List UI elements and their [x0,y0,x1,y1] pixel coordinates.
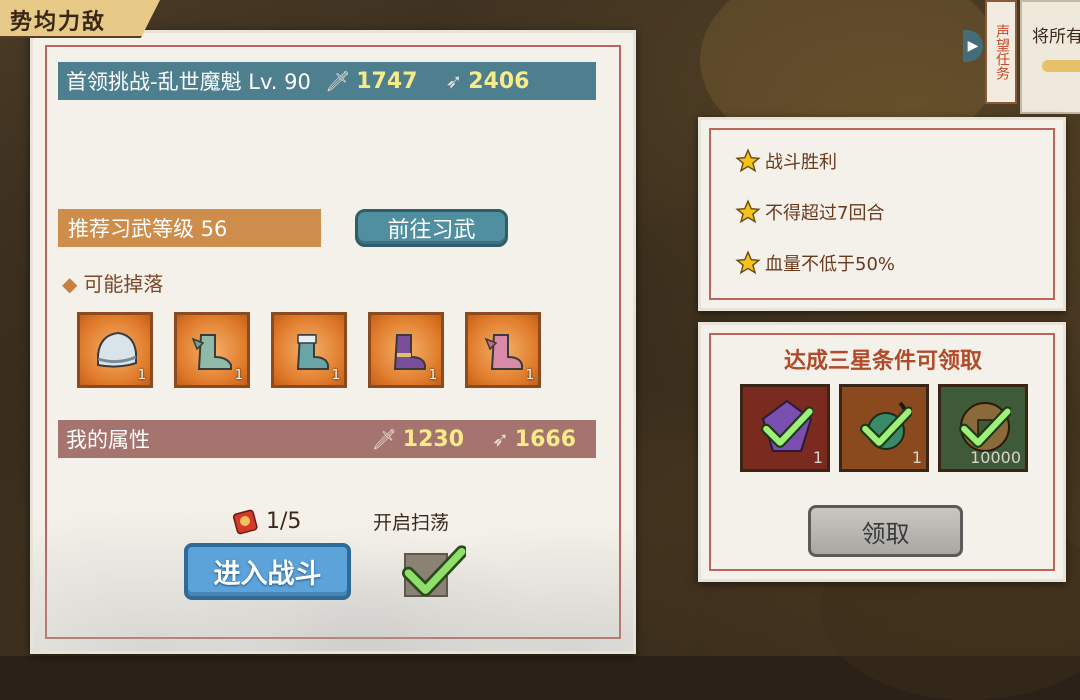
my-defense: 1666 [514,426,576,452]
checkmark-icon [761,406,813,448]
drop-item-count: 1 [137,368,146,383]
checkmark-icon [402,545,466,597]
reward-item-slot[interactable]: 10000 [938,384,1028,472]
drop-item-count: 1 [331,368,340,383]
boots-icon [296,334,329,370]
diamond-icon: ◆ [62,272,78,296]
my-attack: 1230 [402,426,464,452]
condition-text: 血量不低于50% [765,254,896,275]
reward-title: 达成三星条件可领取 [783,349,982,374]
sword-icon: 🗡 [371,427,397,451]
boots-icon [393,334,426,370]
ticket-counter: 1/5 [230,506,301,536]
ticket-count: 1/5 [266,508,302,534]
screen-title: 势均力敌 [10,10,107,35]
shield-boot-icon: ➶ [492,427,509,451]
condition-item: 战斗胜利 [735,148,837,174]
reward-item-slot[interactable]: 1 [740,384,830,472]
drop-item-count: 1 [428,368,437,383]
my-stats-bar: 我的属性 🗡 1230 ➶ 1666 [58,420,596,458]
checkmark-icon [860,406,912,448]
boots-icon [191,334,232,370]
reward-item-count: 1 [911,448,922,467]
boss-name: 首领挑战-乱世魔魁 Lv. 90 [66,70,311,94]
boss-attack: 1747 [356,68,418,94]
recommend-level-label: 推荐习武等级 56 [68,217,228,241]
possible-drops-heading: ◆ 可能掉落 [62,268,163,297]
reputation-task-tab[interactable]: 声望任务 [985,0,1017,104]
task-card-text: 将所有 [1032,27,1080,47]
drop-item-slot[interactable]: 1 [271,312,347,388]
shield-boot-icon: ➶ [445,69,463,93]
task-progress-bar [1042,60,1080,72]
drop-item-count: 1 [234,368,243,383]
reward-item-count: 1 [812,448,823,467]
drop-item-count: 1 [525,368,534,383]
boss-defense: 2406 [468,68,530,94]
condition-text: 战斗胜利 [765,152,837,173]
task-card[interactable]: 将所有 [1020,0,1080,114]
possible-drops-label: 可能掉落 [83,272,164,296]
sweep-label: 开启扫荡 [373,512,450,534]
boots-icon [484,334,523,370]
claim-reward-button[interactable]: 领取 [808,505,963,557]
recommend-level-bar: 推荐习武等级 56 [58,209,321,247]
drop-item-slot[interactable]: 1 [368,312,444,388]
condition-item: 不得超过7回合 [735,199,884,225]
enter-battle-button[interactable]: 进入战斗 [184,543,351,600]
reward-item-slot[interactable]: 1 [839,384,929,472]
ticket-icon [232,509,258,535]
helmet-icon [97,331,137,368]
condition-item: 血量不低于50% [735,250,895,276]
star-icon [735,148,761,173]
sweep-checkbox[interactable] [402,545,466,597]
condition-text: 不得超过7回合 [765,203,885,224]
reward-item-count: 10000 [970,448,1021,467]
drop-item-slot[interactable]: 1 [174,312,250,388]
drop-item-slot[interactable]: 1 [465,312,541,388]
screen-title-banner: 势均力敌 [0,0,160,38]
drop-item-slot[interactable]: 1 [77,312,153,388]
star-icon [735,199,761,224]
my-stats-label: 我的属性 [66,428,150,452]
star-icon [735,250,761,275]
goto-training-button[interactable]: 前往习武 [355,209,508,247]
boss-info-bar: 首领挑战-乱世魔魁 Lv. 90 🗡 1747 ➶ 2406 [58,62,596,100]
sword-icon: 🗡 [324,69,351,93]
checkmark-icon [959,406,1011,448]
